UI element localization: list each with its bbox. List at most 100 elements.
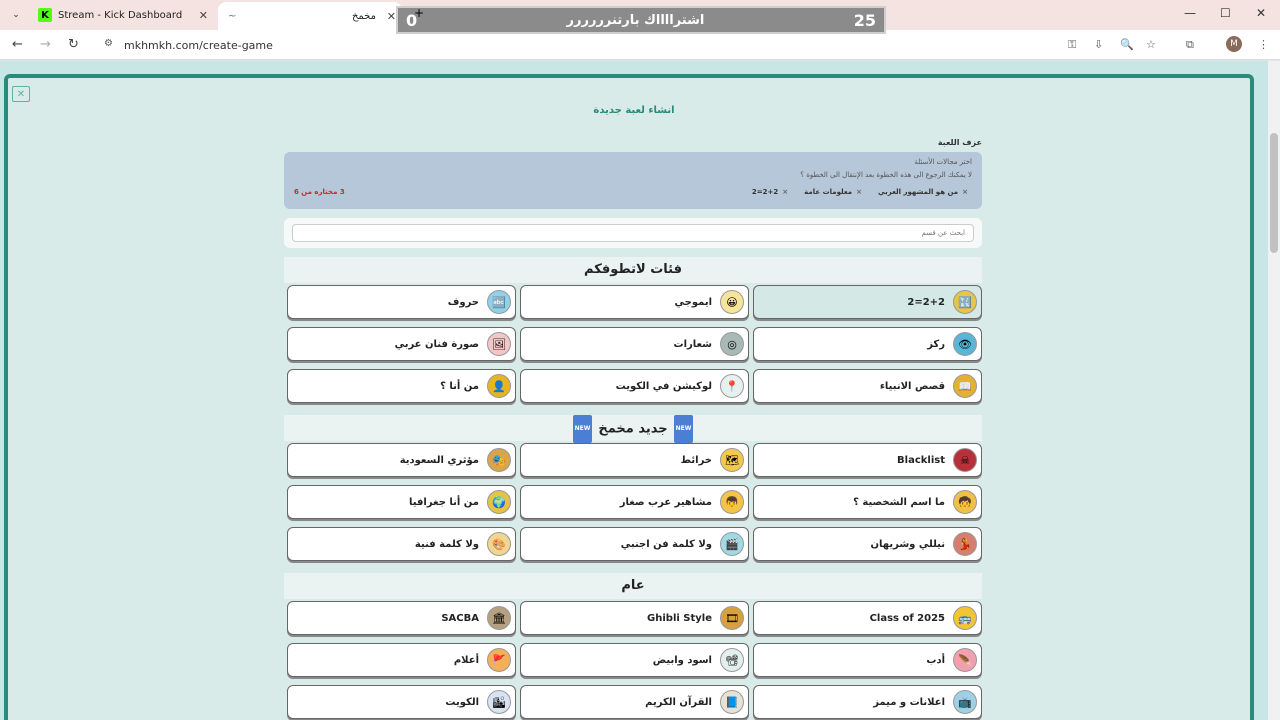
category-card[interactable]: 😀 ايموجي	[520, 285, 749, 319]
category-card[interactable]: 🎭 مؤثري السعودية	[287, 443, 516, 477]
section-header: NEW جديد مخمخ NEW	[284, 415, 982, 443]
category-label: Blacklist	[897, 454, 945, 466]
tab-mkhmkh[interactable]: ~ مخمخ ✕	[218, 2, 402, 30]
category-label: ولا كلمة فنية	[414, 538, 479, 550]
category-label: ولا كلمة فن اجنبي	[620, 538, 712, 550]
category-card[interactable]: 🔣 2+2=2	[753, 285, 982, 319]
category-card[interactable]: 📽 اسود وابيض	[520, 643, 749, 677]
category-card[interactable]: 🎬 ولا كلمة فن اجنبي	[520, 527, 749, 561]
category-card[interactable]: 🖼 صورة فنان عربي	[287, 327, 516, 361]
category-icon: 🌍	[487, 490, 511, 514]
minimize-icon[interactable]: —	[1184, 6, 1196, 20]
category-icon: 👦	[720, 490, 744, 514]
bookmark-star-icon[interactable]: ☆	[1146, 38, 1156, 51]
tab-kick-dashboard[interactable]: K Stream - Kick Dashboard ✕	[34, 4, 214, 26]
category-card[interactable]: 👁 ركز	[753, 327, 982, 361]
category-icon: 🎬	[720, 532, 744, 556]
close-tab-icon[interactable]: ✕	[387, 10, 396, 23]
new-badge-icon: NEW	[673, 415, 694, 443]
overlay-text: اشترااااك بارتنرررررر	[566, 12, 705, 28]
category-label: مؤثري السعودية	[399, 454, 479, 466]
mkhmkh-favicon-icon: ~	[228, 10, 237, 22]
section-header: فئات لاتطوفكم	[284, 257, 982, 283]
category-icon: 🗺	[720, 448, 744, 472]
category-label: ما اسم الشخصية ؟	[853, 496, 945, 508]
category-card[interactable]: ☠ Blacklist	[753, 443, 982, 477]
maximize-icon[interactable]: ☐	[1220, 6, 1231, 20]
category-label: أدب	[926, 654, 945, 666]
category-card[interactable]: 🏙 الكويت	[287, 685, 516, 719]
kick-favicon-icon: K	[38, 8, 52, 22]
url-bar[interactable]: mkhmkh.com/create-game	[96, 34, 1060, 56]
menu-dots-icon[interactable]: ⋮	[1258, 38, 1269, 51]
remove-chip-icon[interactable]: ×	[782, 188, 788, 196]
category-card[interactable]: 👤 من أنا ؟	[287, 369, 516, 403]
category-icon: 📍	[720, 374, 744, 398]
close-tab-icon[interactable]: ✕	[199, 9, 208, 22]
category-card[interactable]: 🔤 حروف	[287, 285, 516, 319]
category-icon: 🏛	[487, 606, 511, 630]
forward-arrow-icon[interactable]: →	[40, 37, 51, 52]
category-card[interactable]: 📍 لوكيشن في الكويت	[520, 369, 749, 403]
remove-chip-icon[interactable]: ×	[962, 188, 968, 196]
category-label: نيللي وشريهان	[870, 538, 945, 550]
scrollbar[interactable]	[1268, 61, 1280, 720]
category-icon: 💃	[953, 532, 977, 556]
category-card[interactable]: 🪶 أدب	[753, 643, 982, 677]
category-card[interactable]: 🏛 SACBA	[287, 601, 516, 635]
selected-categories-box: اختر مجالات الأسئلة لا يمكنك الرجوع الى …	[284, 152, 982, 209]
category-icon: 📽	[720, 648, 744, 672]
new-tab-plus-icon[interactable]: +	[414, 6, 424, 20]
zoom-icon[interactable]: 🔍	[1120, 38, 1134, 51]
selected-chips: ×من هو المشهور العربي ×معلومات عامة ×2+2…	[752, 188, 968, 196]
category-label: Ghibli Style	[647, 612, 712, 624]
category-card[interactable]: 👦 مشاهير عرب صغار	[520, 485, 749, 519]
category-card[interactable]: 🌍 من أنا جغرافيا	[287, 485, 516, 519]
category-card[interactable]: 🚌 Class of 2025	[753, 601, 982, 635]
category-card[interactable]: 🚩 أعلام	[287, 643, 516, 677]
extensions-icon[interactable]: ⧉	[1186, 38, 1194, 52]
reload-icon[interactable]: ↻	[68, 37, 79, 52]
install-app-icon[interactable]: ⇩	[1094, 38, 1103, 51]
category-card[interactable]: 📖 قصص الانبياء	[753, 369, 982, 403]
section-header: عام	[284, 573, 982, 599]
address-toolbar: ← → ↻ mkhmkh.com/create-game	[0, 30, 1280, 60]
category-label: 2+2=2	[907, 296, 945, 308]
category-icon: 👁	[953, 332, 977, 356]
category-card[interactable]: 🎞 Ghibli Style	[520, 601, 749, 635]
back-arrow-icon[interactable]: ←	[12, 37, 23, 52]
window-close-icon[interactable]: ✕	[1256, 6, 1266, 20]
category-label: قصص الانبياء	[879, 380, 945, 392]
category-card[interactable]: ◎ شعارات	[520, 327, 749, 361]
site-settings-icon[interactable]: ⚙	[104, 38, 113, 49]
profile-avatar[interactable]: M	[1226, 36, 1242, 52]
scroll-thumb[interactable]	[1270, 133, 1278, 253]
category-label: مشاهير عرب صغار	[619, 496, 712, 508]
category-label: صورة فنان عربي	[394, 338, 479, 350]
category-icon: 📖	[953, 374, 977, 398]
url-text: mkhmkh.com/create-game	[124, 38, 273, 52]
category-label: اعلانات و ميمز	[873, 696, 945, 708]
category-icon: 🔤	[487, 290, 511, 314]
category-card[interactable]: 🧒 ما اسم الشخصية ؟	[753, 485, 982, 519]
category-label: خرائط	[680, 454, 712, 466]
overlay-right-number: 25	[853, 10, 876, 30]
selected-chip[interactable]: ×معلومات عامة	[804, 188, 862, 196]
category-card[interactable]: 💃 نيللي وشريهان	[753, 527, 982, 561]
category-card[interactable]: 📘 القرآن الكريم	[520, 685, 749, 719]
tab-title: Stream - Kick Dashboard	[58, 9, 183, 21]
remove-chip-icon[interactable]: ×	[856, 188, 862, 196]
close-page-icon[interactable]: ✕	[12, 86, 30, 102]
new-badge-icon: NEW	[572, 415, 593, 443]
category-search-input[interactable]	[292, 224, 974, 242]
selected-chip[interactable]: ×2+2=2	[752, 188, 788, 196]
section-title: فئات لاتطوفكم	[584, 262, 682, 277]
tab-search-button[interactable]: ⌄	[8, 7, 24, 23]
selected-chip[interactable]: ×من هو المشهور العربي	[878, 188, 968, 196]
category-label: Class of 2025	[869, 612, 945, 624]
category-card[interactable]: 📺 اعلانات و ميمز	[753, 685, 982, 719]
category-label: الكويت	[445, 696, 479, 708]
password-key-icon[interactable]: ⚿	[1068, 38, 1076, 52]
category-card[interactable]: 🎨 ولا كلمة فنية	[287, 527, 516, 561]
category-card[interactable]: 🗺 خرائط	[520, 443, 749, 477]
